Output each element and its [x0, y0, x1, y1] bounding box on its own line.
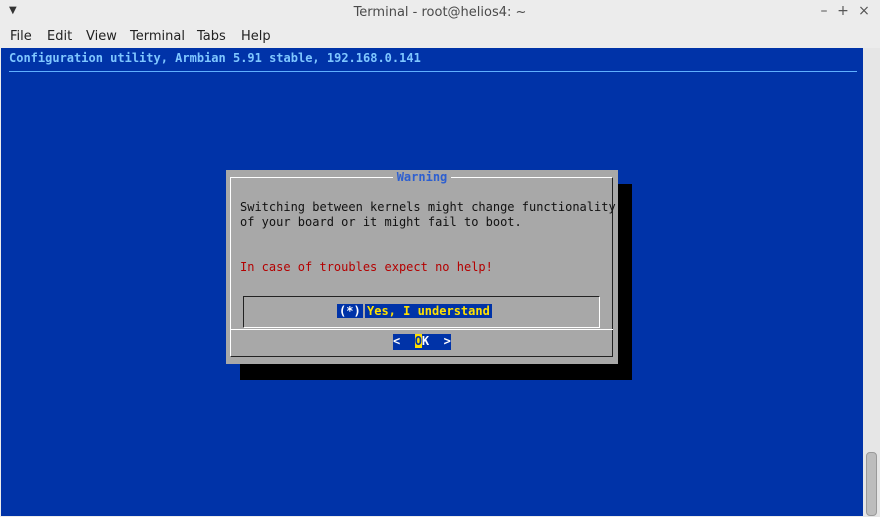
- ok-right-bracket: >: [429, 334, 451, 348]
- radio-option-label[interactable]: Yes, I understand: [365, 304, 492, 318]
- menu-view[interactable]: View: [86, 29, 117, 44]
- warning-dialog: Warning Switching between kernels might …: [226, 170, 618, 364]
- dialog-title: Warning: [226, 170, 618, 184]
- radio-selected-marker[interactable]: (*): [337, 304, 363, 318]
- header-divider: [9, 71, 857, 72]
- ok-button[interactable]: < OK >: [393, 334, 451, 350]
- dialog-message-line2: of your board or it might fail to boot.: [240, 215, 522, 229]
- dialog-title-text: Warning: [392, 170, 452, 184]
- ok-left-bracket: <: [393, 334, 415, 348]
- menubar: File Edit View Terminal Tabs Help: [0, 26, 880, 48]
- dialog-message-line1: Switching between kernels might change f…: [240, 200, 616, 214]
- ok-hotkey: O: [414, 334, 422, 348]
- button-divider: [230, 329, 613, 330]
- window-title: Terminal - root@helios4: ~: [353, 5, 527, 20]
- scrollbar[interactable]: [863, 48, 880, 517]
- maximize-button[interactable]: +: [835, 3, 851, 19]
- dialog-warning-text: In case of troubles expect no help!: [240, 260, 493, 274]
- terminal-header: Configuration utility, Armbian 5.91 stab…: [9, 51, 421, 65]
- close-button[interactable]: ×: [856, 3, 872, 19]
- scrollbar-thumb[interactable]: [866, 452, 877, 516]
- menu-edit[interactable]: Edit: [47, 29, 72, 44]
- menu-file[interactable]: File: [10, 29, 32, 44]
- menu-terminal[interactable]: Terminal: [130, 29, 185, 44]
- menu-help[interactable]: Help: [241, 29, 271, 44]
- minimize-button[interactable]: –: [816, 3, 832, 19]
- menu-tabs[interactable]: Tabs: [197, 29, 226, 44]
- window-titlebar: ▼ Terminal - root@helios4: ~ – + ×: [0, 0, 880, 26]
